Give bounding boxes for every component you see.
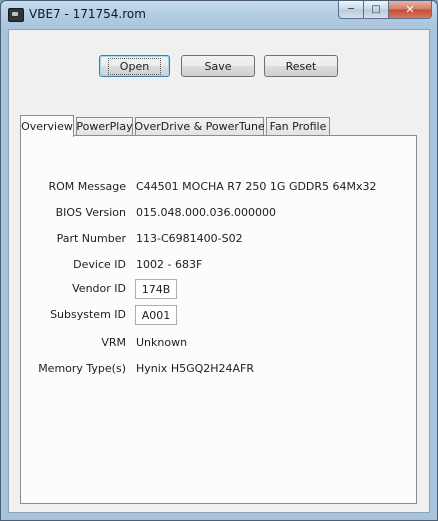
subsystem-id-row: Subsystem ID A001 <box>21 305 416 325</box>
part-number-row: Part Number 113-C6981400-S02 <box>21 229 416 249</box>
vendor-id-field[interactable]: 174B <box>135 279 177 299</box>
rom-message-value: C44501 MOCHA R7 250 1G GDDR5 64Mx32 <box>136 180 377 193</box>
bios-version-row: BIOS Version 015.048.000.036.000000 <box>21 203 416 223</box>
tab-overview[interactable]: Overview <box>20 115 74 137</box>
open-button-label: Open <box>107 57 162 75</box>
device-id-label: Device ID <box>73 258 126 271</box>
bios-version-value: 015.048.000.036.000000 <box>136 206 276 219</box>
minimize-button[interactable]: ─ <box>338 1 364 19</box>
memory-type-row: Memory Type(s) Hynix H5GQ2H24AFR <box>21 359 416 379</box>
part-number-label: Part Number <box>56 232 126 245</box>
vrm-value: Unknown <box>136 336 188 349</box>
vendor-id-row: Vendor ID 174B <box>21 279 416 299</box>
title-bar[interactable]: VBE7 - 171754.rom ─ □ ✕ <box>1 1 437 29</box>
reset-button[interactable]: Reset <box>264 55 338 77</box>
save-button[interactable]: Save <box>181 55 255 77</box>
rom-message-row: ROM Message C44501 MOCHA R7 250 1G GDDR5… <box>21 177 416 197</box>
app-icon[interactable] <box>8 8 24 22</box>
vrm-row: VRM Unknown <box>21 333 416 353</box>
memory-type-label: Memory Type(s) <box>38 362 126 375</box>
part-number-value: 113-C6981400-S02 <box>136 232 243 245</box>
subsystem-id-label: Subsystem ID <box>50 308 126 321</box>
window-title: VBE7 - 171754.rom <box>29 7 146 21</box>
device-id-value: 1002 - 683F <box>136 258 203 271</box>
client-area: Open Save Reset Overview PowerPlay OverD… <box>8 29 430 513</box>
device-id-row: Device ID 1002 - 683F <box>21 255 416 275</box>
open-button[interactable]: Open <box>99 55 170 77</box>
vrm-label: VRM <box>101 336 126 349</box>
memory-type-value: Hynix H5GQ2H24AFR <box>136 362 255 375</box>
app-window: VBE7 - 171754.rom ─ □ ✕ Open Save Reset … <box>0 0 438 521</box>
tab-overdrive-powertune[interactable]: OverDrive & PowerTune <box>134 117 265 135</box>
rom-message-label: ROM Message <box>48 180 127 193</box>
vendor-id-label: Vendor ID <box>72 282 126 295</box>
maximize-button[interactable]: □ <box>364 1 389 19</box>
subsystem-id-field[interactable]: A001 <box>135 305 177 325</box>
window-controls: ─ □ ✕ <box>338 1 432 20</box>
tab-powerplay[interactable]: PowerPlay <box>76 117 133 135</box>
close-button[interactable]: ✕ <box>389 1 432 19</box>
overview-panel: ROM Message C44501 MOCHA R7 250 1G GDDR5… <box>20 135 417 504</box>
bios-version-label: BIOS Version <box>55 206 126 219</box>
tab-fan-profile[interactable]: Fan Profile <box>266 117 330 135</box>
